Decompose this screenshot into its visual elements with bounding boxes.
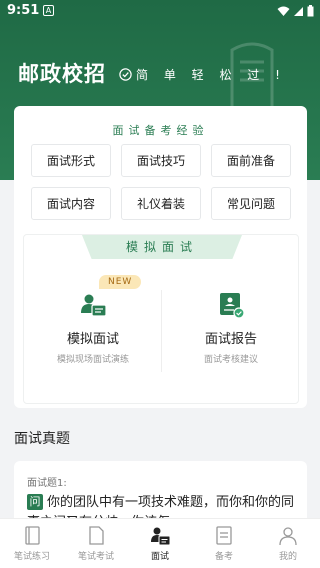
check-circle-icon — [119, 68, 132, 81]
real-questions-title: 面试真题 — [14, 431, 70, 447]
mock-interview-panel: 模拟面试 NEW 模拟面试 模拟现场面试演练 面试报告 面试考核建议 — [23, 234, 299, 404]
slogan-text: 简 单 轻 松 过 ! — [136, 68, 286, 82]
interview-experience-card: 面试备考经验 面试形式 面试技巧 面前准备 面试内容 礼仪着装 常见问题 模拟面… — [14, 106, 307, 408]
battery-icon — [307, 5, 314, 17]
tab-interview[interactable]: 面试 — [128, 519, 192, 568]
tab-profile[interactable]: 我的 — [256, 519, 320, 568]
notification-icon: A — [43, 5, 54, 16]
interview-report-button[interactable]: 面试报告 面试考核建议 — [162, 275, 300, 385]
profile-icon — [279, 527, 297, 546]
tab-written-exam[interactable]: 笔试考试 — [64, 519, 128, 568]
status-bar: 9:51 A — [0, 0, 320, 22]
page-title: 邮政校招 — [18, 62, 106, 86]
status-icons — [277, 5, 314, 17]
bottom-tab-bar: 笔试练习 笔试考试 面试 备考 我的 — [0, 518, 320, 568]
new-badge: NEW — [99, 275, 142, 289]
tab-label: 备考 — [214, 552, 233, 562]
topic-grid: 面试形式 面试技巧 面前准备 面试内容 礼仪着装 常见问题 — [31, 144, 291, 220]
mock-interview-button[interactable]: NEW 模拟面试 模拟现场面试演练 — [24, 275, 162, 385]
question-number: 面试题1: — [27, 478, 67, 489]
interview-report-label: 面试报告 — [204, 332, 257, 347]
topic-button[interactable]: 面前准备 — [211, 144, 291, 177]
tab-label: 面试 — [150, 552, 169, 562]
experience-title: 面试备考经验 — [112, 124, 209, 137]
topic-button[interactable]: 面试内容 — [31, 187, 111, 220]
tab-label: 笔试考试 — [77, 552, 114, 562]
tab-label: 我的 — [278, 552, 297, 562]
topic-button[interactable]: 礼仪着装 — [121, 187, 201, 220]
tab-written-practice[interactable]: 笔试练习 — [0, 519, 64, 568]
mock-interview-tab: 模拟面试 — [82, 235, 242, 259]
topic-button[interactable]: 常见问题 — [211, 187, 291, 220]
status-time: 9:51 — [7, 3, 40, 18]
topic-button[interactable]: 面试技巧 — [121, 144, 201, 177]
topic-button[interactable]: 面试形式 — [31, 144, 111, 177]
mock-interview-label: 模拟面试 — [66, 332, 119, 347]
tab-prepare[interactable]: 备考 — [192, 519, 256, 568]
question-badge: 问 — [27, 494, 43, 510]
interviewer-icon — [81, 294, 107, 317]
checklist-icon — [216, 526, 232, 545]
tab-label: 笔试练习 — [13, 552, 50, 562]
mock-interview-sub: 模拟现场面试演练 — [56, 355, 129, 365]
interview-icon — [151, 527, 171, 546]
interview-report-sub: 面试考核建议 — [203, 355, 258, 365]
report-icon — [220, 293, 245, 319]
page-icon — [89, 526, 104, 545]
slogan: 简 单 轻 松 过 ! — [119, 66, 286, 83]
notebook-icon — [25, 526, 40, 545]
wifi-icon — [277, 6, 290, 16]
signal-icon — [294, 6, 303, 16]
